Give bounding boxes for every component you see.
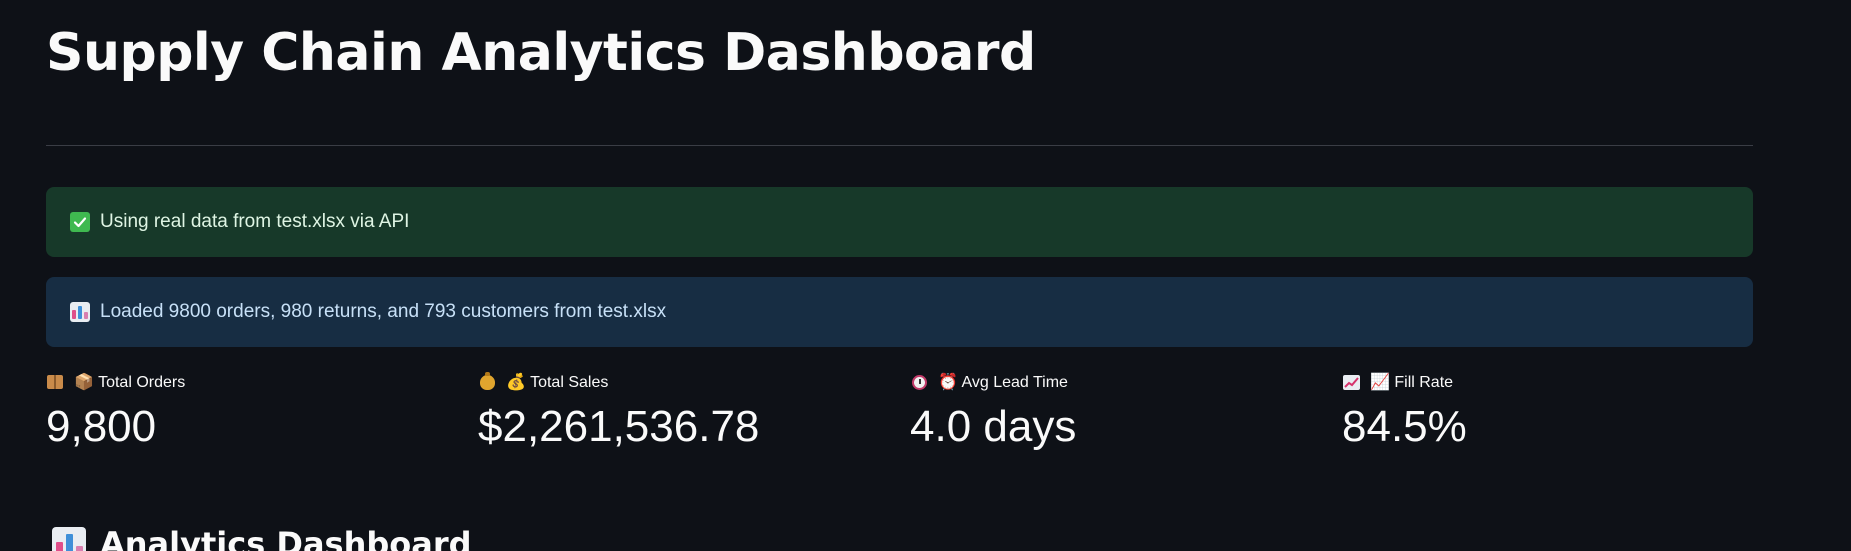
money-bag-icon — [478, 371, 496, 391]
metric-total-sales: 💰 Total Sales $2,261,536.78 — [478, 370, 898, 452]
page-title: Supply Chain Analytics Dashboard — [46, 23, 1036, 83]
bar-chart-icon — [52, 526, 86, 551]
analytics-section-heading: Analytics Dashboard — [52, 524, 472, 551]
metric-total-orders: 📦 Total Orders 9,800 — [46, 370, 466, 452]
metric-value: 4.0 days — [910, 402, 1077, 451]
metric-label: 📦 Total Orders — [46, 370, 466, 394]
section-heading-text: Analytics Dashboard — [100, 524, 472, 551]
package-icon — [46, 373, 64, 391]
metric-label-text: 📈 Fill Rate — [1370, 374, 1454, 391]
metric-label: 💰 Total Sales — [478, 370, 898, 394]
app-page: Supply Chain Analytics Dashboard Using r… — [0, 0, 1851, 551]
metric-label: 📈 Fill Rate — [1342, 370, 1762, 394]
metrics-row: 📦 Total Orders 9,800 💰 Total Sales $2,26… — [46, 370, 1753, 455]
metric-label-text: ⏰ Avg Lead Time — [938, 374, 1068, 391]
metric-value: 9,800 — [46, 402, 157, 451]
info-alert: Loaded 9800 orders, 980 returns, and 793… — [46, 277, 1753, 347]
check-mark-icon — [70, 212, 90, 232]
metric-label: ⏰ Avg Lead Time — [910, 370, 1330, 394]
metric-avg-lead-time: ⏰ Avg Lead Time 4.0 days — [910, 370, 1330, 452]
alarm-clock-icon — [910, 373, 928, 391]
metric-label-text: 💰 Total Sales — [506, 374, 609, 391]
chart-increasing-icon — [1342, 373, 1360, 391]
metric-value: 84.5% — [1342, 402, 1467, 451]
metric-fill-rate: 📈 Fill Rate 84.5% — [1342, 370, 1762, 452]
bar-chart-icon — [70, 302, 90, 322]
metric-label-text: 📦 Total Orders — [74, 374, 186, 391]
metric-value: $2,261,536.78 — [478, 402, 760, 451]
success-alert-text: Using real data from test.xlsx via API — [100, 211, 410, 232]
info-alert-text: Loaded 9800 orders, 980 returns, and 793… — [100, 301, 667, 322]
success-alert: Using real data from test.xlsx via API — [46, 187, 1753, 257]
title-divider — [46, 145, 1753, 146]
